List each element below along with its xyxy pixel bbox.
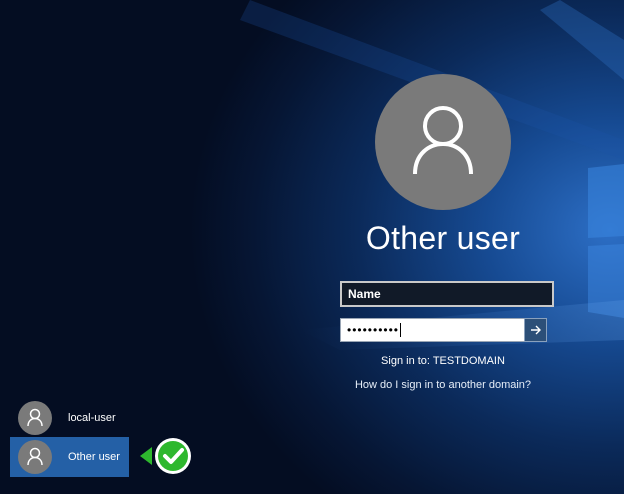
user-silhouette-icon <box>27 447 43 466</box>
password-masked-value: •••••••••• <box>347 323 400 337</box>
avatar <box>18 401 52 435</box>
user-list-item-label: local-user <box>68 412 116 424</box>
green-checkmark-icon <box>140 438 191 474</box>
submit-button[interactable] <box>524 318 547 342</box>
selected-user-name: Other user <box>365 220 521 256</box>
name-input-placeholder: Name <box>348 287 381 301</box>
user-silhouette-icon <box>413 106 473 175</box>
name-input[interactable]: Name <box>340 281 554 307</box>
another-domain-help-link[interactable]: How do I sign in to another domain? <box>330 379 556 391</box>
user-list-item-local-user[interactable]: local-user <box>10 398 129 438</box>
avatar <box>18 440 52 474</box>
password-input[interactable]: •••••••••• <box>340 318 532 342</box>
selected-user-avatar <box>375 74 511 210</box>
sign-in-domain-text: Sign in to: TESTDOMAIN <box>381 355 505 367</box>
text-caret <box>400 323 402 337</box>
arrow-right-icon <box>530 325 541 335</box>
user-list-item-other-user[interactable]: Other user <box>10 437 129 477</box>
user-silhouette-icon <box>27 408 43 427</box>
user-list-item-label: Other user <box>68 451 120 463</box>
